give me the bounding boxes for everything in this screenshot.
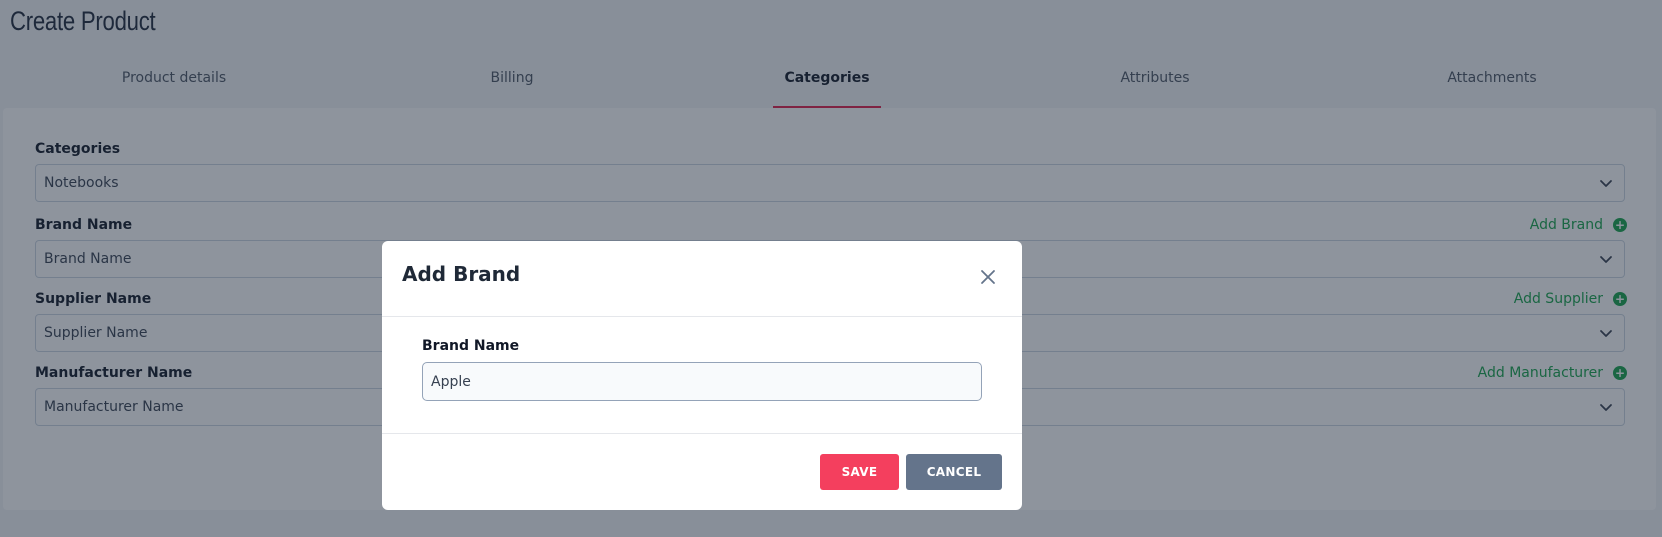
modal-brand-name-label: Brand Name [422,338,520,354]
modal-header: Add Brand [382,241,1022,317]
add-brand-modal: Add Brand Brand Name SAVE CANCEL [382,241,1022,510]
close-icon[interactable] [980,269,996,285]
brand-name-input[interactable] [422,362,982,401]
modal-title: Add Brand [402,262,521,286]
cancel-button[interactable]: CANCEL [906,454,1002,490]
modal-footer-divider [382,433,1022,434]
save-button[interactable]: SAVE [820,454,899,490]
